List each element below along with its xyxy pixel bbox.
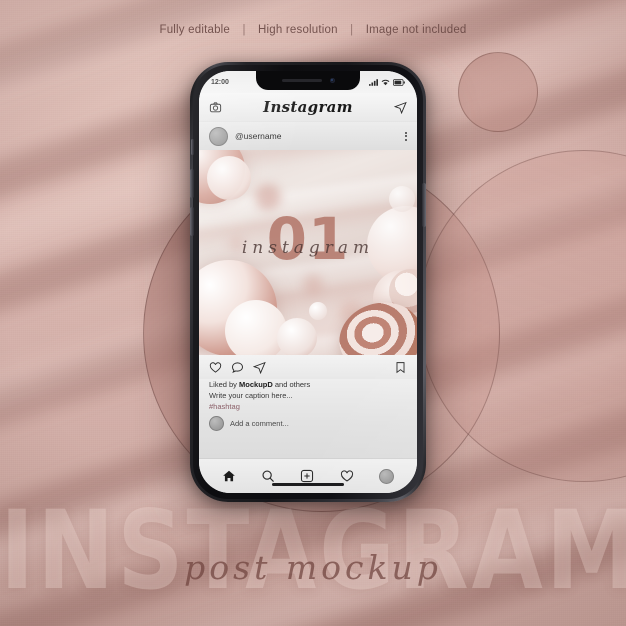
tagline-item-editable: Fully editable (159, 24, 231, 36)
decor-sphere (389, 186, 415, 212)
decor-sphere (207, 156, 251, 200)
mockup-stage: Fully editable | High resolution | Image… (0, 0, 626, 626)
decor-sphere (309, 302, 327, 320)
battery-icon (393, 78, 405, 86)
volume-up-button[interactable] (190, 169, 194, 198)
bookmark-icon[interactable] (394, 361, 407, 374)
tagline-item-image-note: Image not included (365, 24, 467, 36)
power-button[interactable] (422, 183, 426, 227)
add-post-icon[interactable] (300, 469, 314, 483)
mute-switch[interactable] (191, 139, 194, 155)
volume-down-button[interactable] (190, 207, 194, 236)
earpiece-speaker (281, 78, 322, 83)
status-indicators (369, 78, 405, 86)
heart-icon[interactable] (340, 469, 354, 483)
status-bar: 12:00 (199, 71, 417, 93)
tagline: Fully editable | High resolution | Image… (0, 24, 626, 36)
profile-avatar[interactable] (379, 468, 395, 484)
comment-avatar (209, 416, 224, 431)
phone-screen: 12:00 Instagram @username 01 instagram L… (199, 71, 417, 493)
likes-summary: Liked by MockupD and others (209, 380, 407, 389)
paper-plane-icon[interactable] (253, 361, 266, 374)
likes-username[interactable]: MockupD (239, 380, 273, 389)
avatar[interactable] (209, 126, 228, 146)
status-time: 12:00 (211, 78, 229, 86)
wifi-icon (381, 79, 390, 85)
tagline-separator-2: | (350, 24, 354, 36)
caption-text: Write your caption here... (209, 391, 293, 400)
post-image[interactable]: 01 instagram (199, 150, 417, 355)
post-caption-block: Liked by MockupD and others Write your c… (199, 379, 417, 458)
instagram-header: Instagram (199, 93, 417, 122)
phone-frame: 12:00 Instagram @username 01 instagram L… (190, 62, 426, 502)
add-comment-placeholder[interactable]: Add a comment... (230, 419, 289, 428)
bottom-tab-bar (199, 458, 417, 493)
caption-hashtag[interactable]: #hashtag (209, 402, 407, 411)
background-script-subtitle: post mockup (184, 548, 442, 587)
decor-sphere (277, 318, 317, 355)
heart-icon[interactable] (209, 361, 222, 374)
display-notch (256, 71, 360, 90)
search-icon[interactable] (261, 469, 275, 483)
more-options-icon[interactable] (405, 131, 407, 141)
paper-plane-icon[interactable] (393, 101, 407, 114)
post-script-text: instagram (241, 238, 375, 258)
signal-bars-icon (369, 78, 378, 86)
add-comment-row[interactable]: Add a comment... (209, 416, 407, 431)
comment-bubble-icon[interactable] (231, 361, 244, 374)
camera-icon[interactable] (209, 101, 222, 114)
likes-prefix: Liked by (209, 380, 240, 389)
likes-suffix: and others (272, 380, 311, 389)
username-label[interactable]: @username (235, 131, 398, 141)
phone-mockup: 12:00 Instagram @username 01 instagram L… (174, 62, 442, 524)
instagram-logo: Instagram (263, 98, 353, 116)
post-user-row[interactable]: @username (199, 122, 417, 150)
decor-sphere (225, 300, 287, 355)
phone-bezel: 12:00 Instagram @username 01 instagram L… (190, 65, 426, 499)
decor-blur-dot (303, 274, 323, 294)
tagline-separator-1: | (242, 24, 246, 36)
post-action-bar (199, 355, 417, 379)
tagline-item-resolution: High resolution (258, 24, 338, 36)
front-camera-icon (329, 78, 335, 83)
home-indicator[interactable] (272, 483, 344, 486)
home-icon[interactable] (222, 469, 236, 483)
